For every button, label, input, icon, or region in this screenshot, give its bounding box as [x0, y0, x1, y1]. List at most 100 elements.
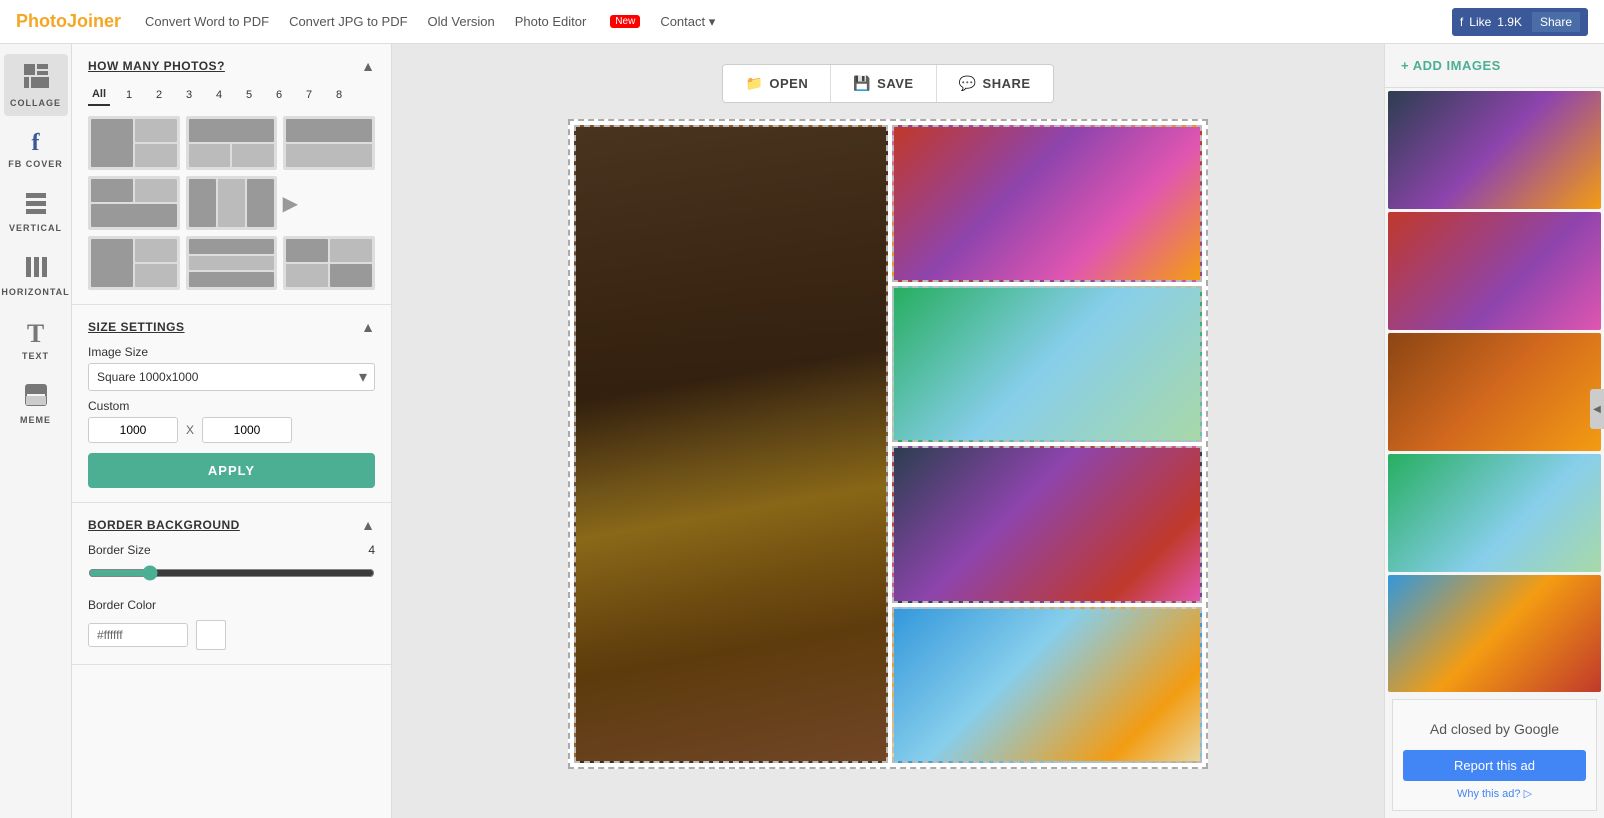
layout-option-2[interactable] [186, 116, 278, 170]
right-photo-column [892, 125, 1202, 763]
border-bg-title[interactable]: BORDER BACKGROUND [88, 518, 240, 532]
nav-photo-editor[interactable]: Photo Editor [515, 14, 587, 29]
new-badge: New [610, 15, 640, 28]
image-size-select[interactable]: Square 1000x1000 Landscape 1200x800 Port… [88, 363, 375, 391]
custom-width-input[interactable] [88, 417, 178, 443]
how-many-title[interactable]: HOW MANY PHOTOS? [88, 59, 225, 73]
apply-button[interactable]: APPLY [88, 453, 375, 488]
why-this-ad-link[interactable]: Why this ad? ▷ [1403, 787, 1586, 800]
vertical-label: VERTICAL [9, 223, 62, 233]
open-label: OPEN [769, 76, 808, 91]
border-color-row: Border Color [88, 598, 375, 612]
share-button[interactable]: 💬 SHARE [937, 65, 1053, 102]
collage-label: COLLAGE [10, 98, 61, 108]
thumbnail-3[interactable] [1388, 333, 1601, 451]
color-hex-input[interactable] [88, 623, 188, 647]
nav-convert-word[interactable]: Convert Word to PDF [145, 14, 269, 29]
count-8[interactable]: 8 [328, 84, 350, 106]
layout-scroll-right[interactable]: ▶ [283, 176, 297, 230]
border-size-row: Border Size 4 [88, 543, 375, 557]
collage-cell-5[interactable] [892, 607, 1202, 764]
sidebar-item-horizontal[interactable]: HORIZONTAL [4, 247, 68, 305]
border-color-label: Border Color [88, 598, 156, 612]
border-background-section: BORDER BACKGROUND ▲ Border Size 4 Border… [72, 503, 391, 665]
border-size-value: 4 [368, 543, 375, 557]
collage-cell-4[interactable] [892, 446, 1202, 603]
collage-cell-1[interactable] [574, 125, 888, 763]
border-bg-header: BORDER BACKGROUND ▲ [88, 517, 375, 533]
thumbnail-5[interactable] [1388, 575, 1601, 693]
fb-icon: f [1460, 15, 1463, 29]
layout-option-1[interactable] [88, 116, 180, 170]
layout-option-4[interactable] [88, 176, 180, 230]
border-bg-arrow[interactable]: ▲ [361, 517, 375, 533]
border-size-slider[interactable] [88, 565, 375, 581]
color-picker-row [88, 620, 375, 650]
brand-second: Joiner [67, 11, 121, 31]
color-swatch[interactable] [196, 620, 226, 650]
left-sidebar: COLLAGE f FB COVER VERTICAL [0, 44, 72, 818]
open-icon: 📁 [745, 75, 763, 92]
border-size-slider-container [88, 565, 375, 586]
count-all[interactable]: All [88, 84, 110, 106]
count-5[interactable]: 5 [238, 84, 260, 106]
image-size-label: Image Size [88, 345, 375, 359]
layout-option-5[interactable] [186, 176, 278, 230]
text-label: TEXT [22, 351, 49, 361]
layout-option-3[interactable] [283, 116, 375, 170]
report-ad-button[interactable]: Report this ad [1403, 750, 1586, 781]
thumbnail-1[interactable] [1388, 91, 1601, 209]
thumbnail-4[interactable] [1388, 454, 1601, 572]
count-2[interactable]: 2 [148, 84, 170, 106]
right-sidebar: + ADD IMAGES Ad closed by Google Report … [1384, 44, 1604, 818]
collage-cell-2[interactable] [892, 125, 1202, 282]
how-many-arrow[interactable]: ▲ [361, 58, 375, 74]
size-settings-arrow[interactable]: ▲ [361, 319, 375, 335]
text-icon: T [27, 319, 44, 349]
layout-option-6[interactable] [88, 236, 180, 290]
layout-option-8[interactable] [283, 236, 375, 290]
fb-share-label[interactable]: Share [1532, 12, 1580, 32]
thumbnail-2[interactable] [1388, 212, 1601, 330]
nav-old-version[interactable]: Old Version [428, 14, 495, 29]
sidebar-item-fb-cover[interactable]: f FB COVER [4, 122, 68, 177]
count-4[interactable]: 4 [208, 84, 230, 106]
size-settings-header: SIZE SETTINGS ▲ [88, 319, 375, 335]
sidebar-item-text[interactable]: T TEXT [4, 311, 68, 369]
collage-cell-3[interactable] [892, 286, 1202, 443]
fb-count: 1.9K [1497, 15, 1522, 29]
share-label: SHARE [983, 76, 1031, 91]
sidebar-item-meme[interactable]: MEME [4, 375, 68, 433]
save-label: SAVE [877, 76, 913, 91]
fb-cover-icon: f [32, 130, 40, 157]
save-icon: 💾 [853, 75, 871, 92]
collapse-handle[interactable]: ◀ [1590, 389, 1604, 429]
ad-closed-box: Ad closed by Google Report this ad Why t… [1392, 699, 1597, 811]
count-7[interactable]: 7 [298, 84, 320, 106]
meme-label: MEME [20, 415, 51, 425]
nav-contact[interactable]: Contact ▾ [660, 14, 715, 30]
sidebar-item-vertical[interactable]: VERTICAL [4, 183, 68, 241]
border-size-label: Border Size [88, 543, 151, 557]
nav-links: Convert Word to PDF Convert JPG to PDF O… [145, 14, 1452, 30]
add-images-button[interactable]: + ADD IMAGES [1385, 44, 1604, 88]
save-button[interactable]: 💾 SAVE [831, 65, 936, 102]
how-many-photos-section: HOW MANY PHOTOS? ▲ All 1 2 3 4 5 6 7 8 [72, 44, 391, 305]
horizontal-icon [24, 255, 48, 285]
size-settings-title[interactable]: SIZE SETTINGS [88, 320, 185, 334]
sidebar-item-collage[interactable]: COLLAGE [4, 54, 68, 116]
count-3[interactable]: 3 [178, 84, 200, 106]
count-1[interactable]: 1 [118, 84, 140, 106]
custom-height-input[interactable] [202, 417, 292, 443]
main-layout: COLLAGE f FB COVER VERTICAL [0, 44, 1604, 818]
fb-like-label: Like [1469, 15, 1491, 29]
layout-option-7[interactable] [186, 236, 278, 290]
nav-convert-jpg[interactable]: Convert JPG to PDF [289, 14, 407, 29]
open-button[interactable]: 📁 OPEN [723, 65, 831, 102]
count-6[interactable]: 6 [268, 84, 290, 106]
facebook-like-button[interactable]: f Like 1.9K Share [1452, 8, 1588, 36]
brand-logo[interactable]: PhotoJoiner [16, 11, 121, 32]
ad-closed-title: Ad closed by Google [1403, 720, 1586, 740]
main-toolbar: 📁 OPEN 💾 SAVE 💬 SHARE [722, 64, 1053, 103]
collage-canvas [568, 119, 1208, 769]
